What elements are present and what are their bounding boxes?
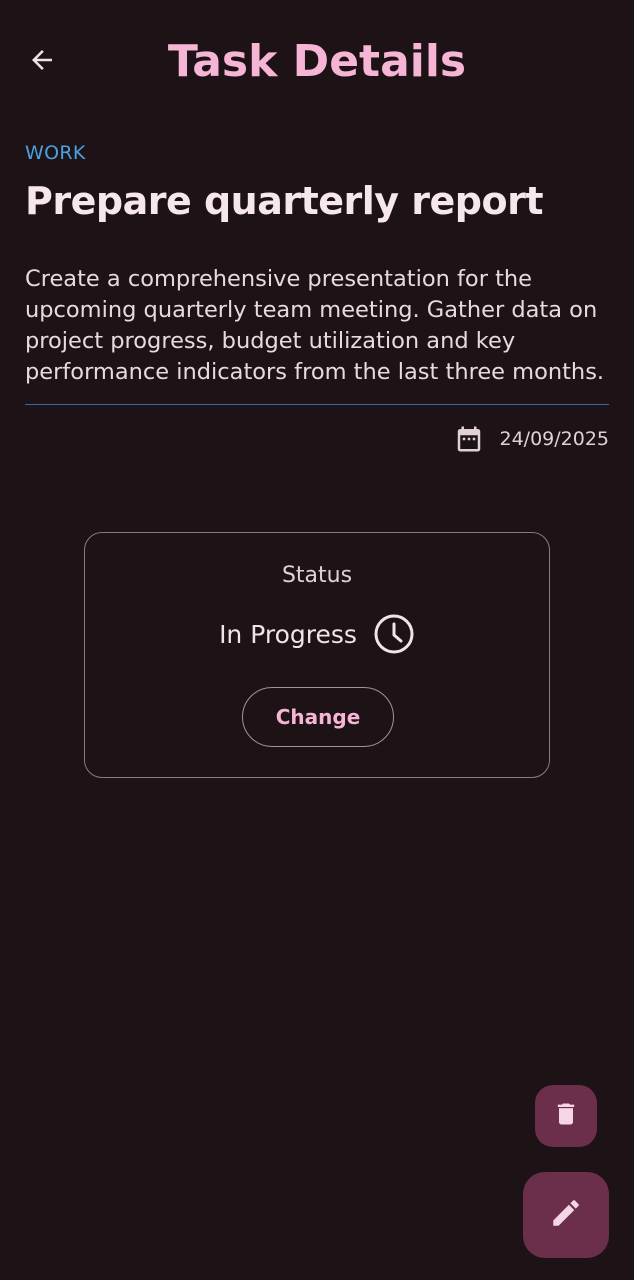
edit-button[interactable] [523,1172,609,1258]
change-status-button[interactable]: Change [242,687,394,747]
task-title: Prepare quarterly report [25,179,544,223]
pencil-icon [549,1196,583,1234]
delete-button[interactable] [535,1085,597,1147]
clock-icon [373,613,415,655]
trash-icon [552,1100,580,1132]
page-title: Task Details [167,36,467,87]
task-description: Create a comprehensive presentation for … [25,266,605,385]
task-category: WORK [25,142,86,164]
due-date-row: 24/09/2025 [25,421,609,457]
status-card: Status In Progress Change [84,532,550,778]
divider [25,404,609,405]
top-app-bar: Task Details [0,0,634,124]
calendar-icon [454,423,484,455]
due-date: 24/09/2025 [499,428,609,450]
task-content: WORK Prepare quarterly report Create a c… [25,140,609,457]
status-value: In Progress [219,619,357,649]
status-row: In Progress [85,613,549,655]
status-label: Status [281,563,353,588]
